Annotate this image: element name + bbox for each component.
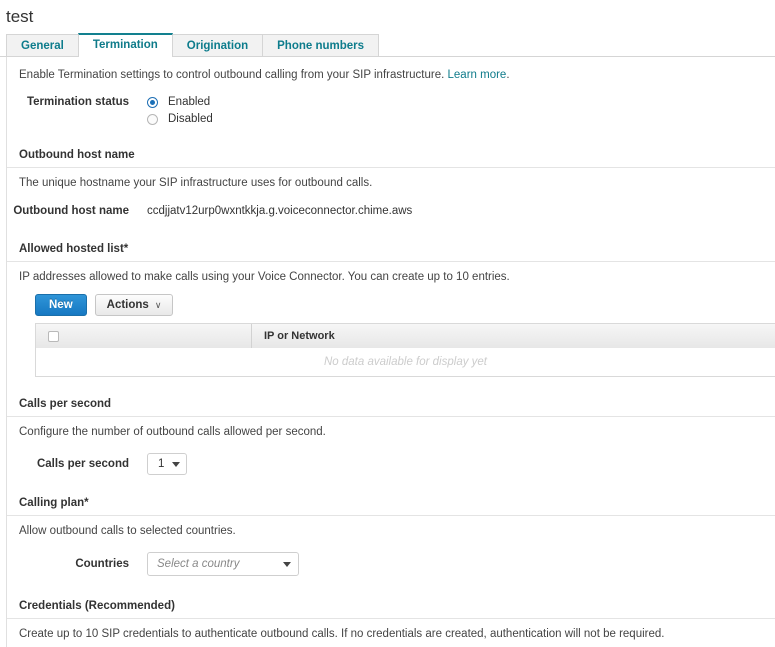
voice-connector-settings-page: test General Termination Origination Pho… bbox=[0, 0, 775, 647]
allowed-hosted-list-description: IP addresses allowed to make calls using… bbox=[19, 271, 510, 283]
column-header-ip-or-network: IP or Network bbox=[264, 330, 335, 342]
credentials-heading: Credentials (Recommended) bbox=[7, 590, 775, 619]
allowed-hosted-list-heading: Allowed hosted list* bbox=[7, 233, 775, 262]
radio-option-disabled[interactable]: Disabled bbox=[147, 112, 213, 127]
intro-period: . bbox=[506, 69, 510, 81]
countries-placeholder: Select a country bbox=[157, 558, 240, 570]
tab-phone-numbers[interactable]: Phone numbers bbox=[262, 34, 380, 56]
allowed-hosted-list-table-header: IP or Network bbox=[36, 324, 775, 348]
calling-plan-description: Allow outbound calls to selected countri… bbox=[19, 525, 236, 537]
countries-select[interactable]: Select a country bbox=[147, 552, 299, 576]
calls-per-second-description: Configure the number of outbound calls a… bbox=[19, 426, 326, 438]
radio-disabled-icon[interactable] bbox=[147, 114, 158, 125]
allowed-hosted-list-toolbar: New Actions ∨ bbox=[7, 288, 775, 323]
allowed-hosted-list-new-button[interactable]: New bbox=[35, 294, 87, 316]
radio-enabled-label: Enabled bbox=[168, 96, 211, 108]
tab-origination[interactable]: Origination bbox=[171, 34, 264, 56]
radio-disabled-label: Disabled bbox=[168, 113, 213, 125]
countries-row: Countries Select a country bbox=[7, 542, 775, 590]
panel-intro-text: Enable Termination settings to control o… bbox=[19, 69, 445, 81]
credentials-description: Create up to 10 SIP credentials to authe… bbox=[19, 628, 665, 640]
calls-per-second-heading: Calls per second bbox=[7, 388, 775, 417]
actions-button-label: Actions bbox=[106, 299, 149, 311]
chevron-down-icon bbox=[172, 461, 181, 467]
calls-per-second-row: Calls per second 1 bbox=[7, 443, 775, 487]
termination-status-row: Termination status Enabled Disabled bbox=[7, 93, 775, 139]
allowed-hosted-list-actions-button[interactable]: Actions ∨ bbox=[94, 294, 174, 316]
termination-panel: Enable Termination settings to control o… bbox=[6, 57, 775, 647]
outbound-host-name-description: The unique hostname your SIP infrastruct… bbox=[19, 177, 373, 189]
calls-per-second-label: Calls per second bbox=[36, 458, 129, 470]
learn-more-link[interactable]: Learn more bbox=[448, 69, 507, 81]
termination-status-radiogroup: Enabled Disabled bbox=[147, 95, 213, 129]
chevron-down-icon bbox=[283, 561, 291, 567]
allowed-hosted-list-empty-text: No data available for display yet bbox=[323, 356, 487, 368]
chevron-down-icon: ∨ bbox=[154, 300, 162, 310]
calling-plan-heading: Calling plan* bbox=[7, 487, 775, 516]
radio-option-enabled[interactable]: Enabled bbox=[147, 95, 213, 110]
calls-per-second-value: 1 bbox=[158, 458, 165, 470]
allowed-hosted-list-select-all-cell bbox=[36, 324, 252, 348]
countries-label: Countries bbox=[75, 558, 129, 570]
outbound-host-name-heading: Outbound host name bbox=[7, 139, 775, 168]
panel-intro: Enable Termination settings to control o… bbox=[7, 57, 775, 93]
select-all-checkbox[interactable] bbox=[48, 330, 59, 342]
outbound-host-name-value: ccdjjatv12urp0wxntkkja.g.voiceconnector.… bbox=[147, 205, 413, 217]
termination-status-label: Termination status bbox=[26, 96, 129, 108]
outbound-host-name-label: Outbound host name bbox=[13, 205, 129, 217]
calls-per-second-select[interactable]: 1 bbox=[147, 453, 187, 475]
tab-general[interactable]: General bbox=[6, 34, 79, 56]
outbound-host-name-row: Outbound host name ccdjjatv12urp0wxntkkj… bbox=[7, 194, 775, 233]
tab-bar: General Termination Origination Phone nu… bbox=[0, 33, 775, 57]
radio-enabled-icon[interactable] bbox=[147, 97, 158, 108]
tab-termination[interactable]: Termination bbox=[77, 33, 173, 57]
allowed-hosted-list-table: IP or Network No data available for disp… bbox=[35, 323, 775, 377]
page-title: test bbox=[6, 7, 34, 26]
allowed-hosted-list-empty-row: No data available for display yet bbox=[36, 348, 775, 376]
